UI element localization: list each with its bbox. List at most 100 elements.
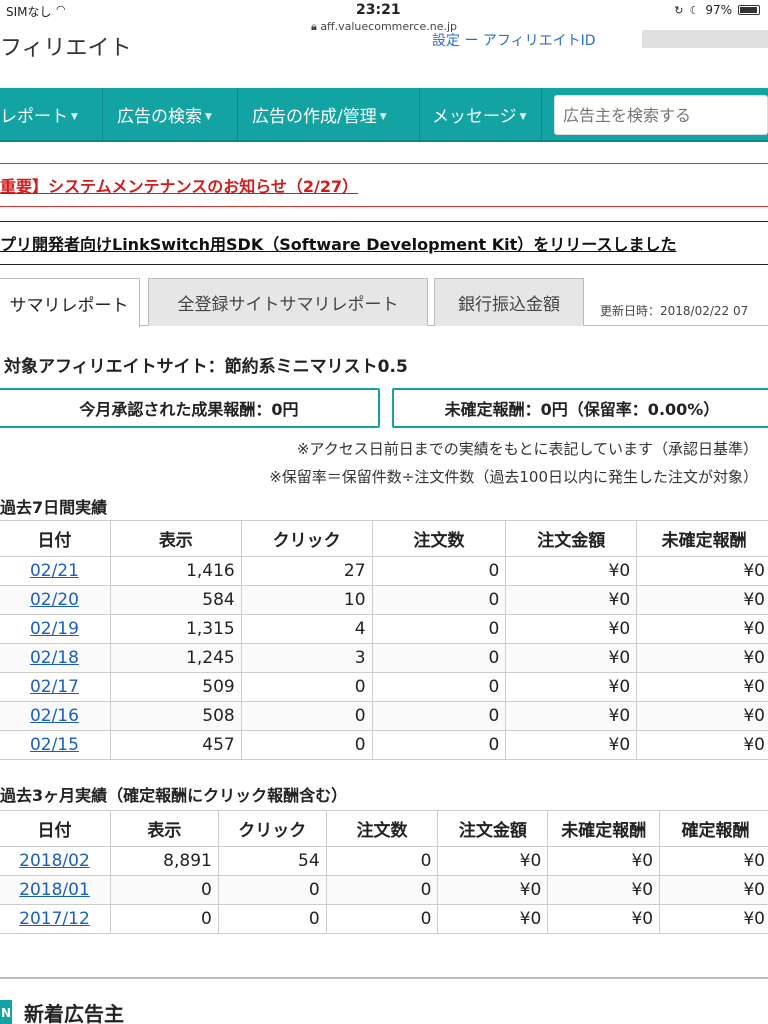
column-header: 未確定報酬 (636, 520, 768, 557)
clicks-cell: 0 (217, 875, 327, 905)
moon-icon: ☾ (689, 3, 700, 17)
approved-reward-text: 今月承認された成果報酬：0円 (79, 400, 299, 419)
battery-percent: 97% (705, 3, 732, 17)
approved-reward-box: 今月承認された成果報酬：0円 (0, 388, 380, 428)
column-header: クリック (240, 520, 373, 557)
target-site-title: 対象アフィリエイトサイト：節約系ミニマリスト0.5 (4, 357, 408, 377)
order-amount-cell: ¥0 (505, 585, 638, 615)
order-amount-cell: ¥0 (437, 904, 549, 934)
pending-reward-cell: ¥0 (636, 701, 768, 731)
table-row: 02/15 457 0 0 ¥0 ¥0 (0, 730, 768, 760)
confirmed-reward-cell: ¥0 (659, 904, 768, 934)
column-header: 日付 (0, 810, 111, 847)
sdk-notice: プリ開発者向けLinkSwitch用SDK（Software Developme… (0, 221, 768, 265)
pending-reward-box: 未確定報酬：0円（保留率：0.00%） (392, 388, 768, 428)
nav-item-report[interactable]: レポート ▼ (0, 88, 103, 140)
site-brand[interactable]: フィリエイト (0, 30, 132, 62)
impressions-cell: 0 (109, 875, 219, 905)
new-advertisers-label: 新着広告主 (24, 1002, 124, 1024)
impressions-cell: 1,416 (109, 556, 242, 586)
pending-reward-cell: ¥0 (636, 672, 768, 702)
battery-icon (738, 5, 760, 15)
nav-item-messages[interactable]: メッセージ ▼ (420, 88, 542, 140)
pending-reward-cell: ¥0 (636, 643, 768, 673)
maintenance-notice-link[interactable]: 重要】システムメンテナンスのお知らせ（2/27） (0, 173, 358, 197)
month-link[interactable]: 2018/02 (19, 851, 90, 871)
pending-reward-cell: ¥0 (547, 875, 661, 905)
date-link[interactable]: 02/16 (30, 706, 79, 726)
impressions-cell: 1,245 (109, 643, 242, 673)
clicks-cell: 4 (240, 614, 373, 644)
pending-reward-cell: ¥0 (636, 614, 768, 644)
table-row: 02/17 509 0 0 ¥0 ¥0 (0, 672, 768, 702)
chevron-down-icon: ▼ (71, 112, 78, 122)
header-settings-link[interactable]: 設定 ー アフィリエイトID (432, 30, 596, 50)
table-row: 02/16 508 0 0 ¥0 ¥0 (0, 701, 768, 731)
column-header: 注文数 (325, 810, 439, 847)
month-link[interactable]: 2017/12 (19, 909, 90, 929)
table-row: 02/18 1,245 3 0 ¥0 ¥0 (0, 643, 768, 673)
date-link[interactable]: 02/18 (30, 648, 79, 668)
orders-cell: 0 (371, 643, 507, 673)
orders-cell: 0 (371, 614, 507, 644)
order-amount-cell: ¥0 (505, 730, 638, 760)
table-row: 2018/01 0 0 0 ¥0 ¥0 ¥0 (0, 875, 768, 905)
impressions-cell: 509 (109, 672, 242, 702)
impressions-cell: 0 (109, 904, 219, 934)
impressions-cell: 1,315 (109, 614, 242, 644)
table-row: 02/19 1,315 4 0 ¥0 ¥0 (0, 614, 768, 644)
nav-item-label: 広告の作成/管理 (252, 106, 377, 127)
column-header: 確定報酬 (659, 810, 768, 847)
new-badge-icon: N (0, 999, 12, 1024)
date-link[interactable]: 02/19 (30, 619, 79, 639)
orders-cell: 0 (325, 846, 439, 876)
impressions-cell: 584 (109, 585, 242, 615)
wifi-icon: ◠ (56, 3, 66, 16)
monthly-section-title: 過去3ヶ月実績（確定報酬にクリック報酬含む） (0, 786, 348, 805)
lock-icon: 🔒︎ (310, 20, 317, 33)
weekly-results-table: 日付 表示 クリック 注文数 注文金額 未確定報酬 02/21 1,416 27… (0, 520, 768, 760)
clicks-cell: 0 (240, 701, 373, 731)
lock-rotation-icon: ↻ (674, 3, 684, 17)
nav-item-ad-search[interactable]: 広告の検索 ▼ (103, 88, 238, 140)
sdk-notice-link[interactable]: プリ開発者向けLinkSwitch用SDK（Software Developme… (0, 231, 676, 255)
nav-item-label: メッセージ (432, 106, 517, 127)
nav-item-ad-manage[interactable]: 広告の作成/管理 ▼ (238, 88, 420, 140)
table-header-row: 日付 表示 クリック 注文数 注文金額 未確定報酬 (0, 520, 768, 557)
date-link[interactable]: 02/17 (30, 677, 79, 697)
column-header: 注文数 (371, 520, 507, 557)
carrier-label: SIMなし (6, 5, 52, 19)
date-link[interactable]: 02/20 (30, 590, 79, 610)
column-header: 注文金額 (505, 520, 638, 557)
table-row: 02/20 584 10 0 ¥0 ¥0 (0, 585, 768, 615)
chevron-down-icon: ▼ (379, 112, 387, 122)
tab-summary-report[interactable]: サマリレポート (0, 278, 140, 327)
orders-cell: 0 (325, 875, 439, 905)
month-link[interactable]: 2018/01 (19, 880, 90, 900)
pending-reward-cell: ¥0 (636, 730, 768, 760)
note-hold-rate: ※保留率＝保留件数÷注文件数（過去100日以内に発生した注文が対象） (269, 468, 758, 486)
pending-reward-cell: ¥0 (547, 904, 661, 934)
column-header: 表示 (109, 520, 242, 557)
order-amount-cell: ¥0 (437, 875, 549, 905)
orders-cell: 0 (371, 730, 507, 760)
orders-cell: 0 (325, 904, 439, 934)
clicks-cell: 3 (240, 643, 373, 673)
date-link[interactable]: 02/21 (30, 561, 79, 581)
date-link[interactable]: 02/15 (30, 735, 79, 755)
clicks-cell: 0 (240, 730, 373, 760)
clicks-cell: 0 (217, 904, 327, 934)
order-amount-cell: ¥0 (505, 643, 638, 673)
pending-reward-cell: ¥0 (636, 556, 768, 586)
table-row: 2018/02 8,891 54 0 ¥0 ¥0 ¥0 (0, 846, 768, 876)
tab-all-sites-summary[interactable]: 全登録サイトサマリレポート (148, 278, 428, 326)
clicks-cell: 54 (217, 846, 327, 876)
order-amount-cell: ¥0 (505, 672, 638, 702)
order-amount-cell: ¥0 (437, 846, 549, 876)
order-amount-cell: ¥0 (505, 614, 638, 644)
header-button[interactable] (642, 30, 768, 48)
order-amount-cell: ¥0 (505, 556, 638, 586)
note-access-basis: ※アクセス日前日までの実績をもとに表記しています（承認日基準） (296, 440, 758, 458)
advertiser-search-input[interactable] (554, 95, 768, 135)
tab-bank-transfer[interactable]: 銀行振込金額 (434, 278, 584, 326)
